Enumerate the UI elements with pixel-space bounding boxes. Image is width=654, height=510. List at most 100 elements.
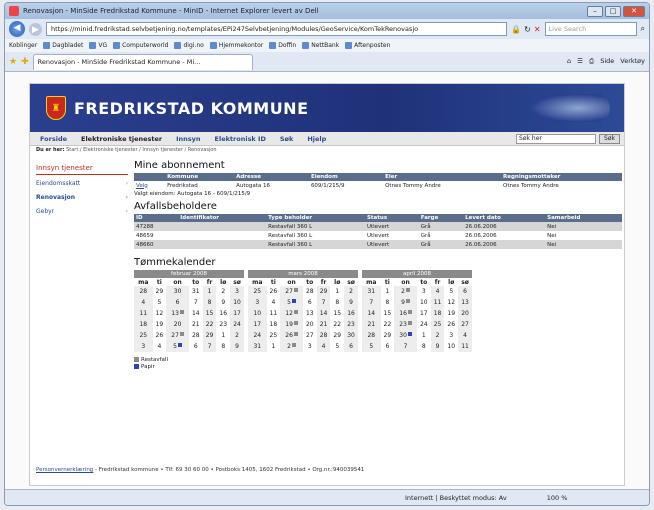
calendar-day: 4 [153, 341, 167, 352]
day-number: 29 [155, 288, 164, 295]
browser-tab[interactable]: Renovasjon - MinSide Fredrikstad Kommune… [32, 53, 253, 70]
month-title: april 2008 [362, 270, 472, 278]
day-number: 4 [463, 332, 467, 339]
left-nav-heading[interactable]: Innsyn tjenester [36, 164, 128, 175]
nav-elektronisk-id[interactable]: Elektronisk ID [215, 135, 266, 143]
day-number: 26 [269, 288, 278, 295]
column-header [134, 173, 166, 181]
weekday-header: to [420, 278, 428, 286]
fav-link[interactable]: Aftenposten [345, 42, 390, 49]
left-nav-item-renovasjon[interactable]: Renovasjon › [36, 194, 128, 208]
site-page: ♜ FREDRIKSTAD KOMMUNE Forside Elektronis… [29, 83, 625, 486]
page-menu[interactable]: Side [600, 57, 614, 66]
day-number: 2 [349, 288, 353, 295]
nav-innsyn[interactable]: Innsyn [176, 135, 200, 143]
day-number: 16 [347, 310, 355, 317]
fav-link[interactable]: VG [89, 42, 107, 49]
day-number: 7 [321, 299, 326, 306]
site-search-button[interactable]: Søk [599, 133, 620, 144]
left-nav-item-gebyr[interactable]: Gebyr › [36, 208, 128, 222]
collection-calendar: februar 2008 ma ti on to fr lø sø 28 29 30 31 1 2 3 4 5 6… [134, 270, 622, 352]
velg-link[interactable]: Velg [134, 181, 165, 190]
lock-icon[interactable]: 🔒 [511, 25, 521, 34]
municipal-crest-icon: ♜ [46, 96, 66, 120]
day-number: 5 [173, 343, 177, 350]
table-cell: Restavfall 360 L [268, 232, 313, 239]
home-icon[interactable]: ⌂ [567, 57, 571, 66]
fav-link[interactable]: Hjemmekontor [209, 42, 263, 49]
day-number: 8 [335, 299, 340, 306]
feeds-icon[interactable]: ☰ [577, 57, 583, 66]
calendar-day: 9 [216, 297, 230, 308]
day-number: 5 [157, 299, 162, 306]
calendar-day: 11 [267, 308, 281, 319]
tools-menu[interactable]: Verktøy [620, 57, 645, 66]
favorites-star-icon[interactable]: ★ [9, 57, 17, 67]
maximize-button[interactable]: □ [605, 5, 621, 17]
day-number: 30 [399, 332, 407, 339]
calendar-day: 6 [166, 297, 189, 308]
security-zone[interactable]: Internett | Beskyttet modus: Av [405, 494, 507, 502]
breadcrumb-path[interactable]: Start / Elektroniske tjenester / Innsyn … [66, 147, 217, 153]
table-cell: Utlevert [364, 240, 419, 249]
weekday-header: ti [270, 278, 276, 286]
calendar-month: april 2008 ma ti on to fr lø sø 31 1 2 3 4 5 6 7 8 9 10 11 1… [362, 270, 472, 352]
day-number: 29 [383, 332, 392, 339]
fav-link[interactable]: Doffin [269, 42, 296, 49]
refresh-icon[interactable]: ↻ [524, 25, 531, 34]
table-cell: Fredrikstad [167, 182, 198, 189]
favicon-icon [302, 42, 310, 49]
fav-link[interactable]: digi.no [174, 42, 204, 49]
privacy-link[interactable]: Personvernerklæring [36, 467, 93, 473]
day-number: 18 [139, 321, 148, 328]
zoom-level[interactable]: 100 % [547, 494, 568, 502]
stop-icon[interactable]: ✕ [534, 25, 541, 34]
column-header: Levert dato [463, 214, 546, 222]
nav-forside[interactable]: Forside [40, 135, 67, 143]
nav-elektroniske-tjenester[interactable]: Elektroniske tjenester [81, 135, 162, 143]
calendar-day: 10 [230, 297, 244, 308]
browser-window: Renovasjon - MinSide Fredrikstad Kommune… [4, 2, 650, 506]
papir-pickup-marker [292, 299, 296, 303]
day-number: 23 [347, 321, 355, 328]
back-button[interactable]: ◀ [9, 21, 25, 37]
site-search-input[interactable]: Søk her [516, 133, 597, 144]
fav-link[interactable]: Computerworld [113, 42, 168, 49]
calendar-day: 15 [202, 308, 217, 319]
close-button[interactable]: ✕ [623, 5, 645, 17]
calendar-day: 1 [417, 330, 431, 341]
add-favorite-icon[interactable]: ✚ [21, 57, 29, 67]
calendar-day: 4 [458, 330, 472, 341]
day-number: 11 [433, 299, 442, 306]
table-header-row: Kommune Adresse Eiendom Eier Regningsmot… [134, 173, 622, 181]
restavfall-pickup-marker [406, 288, 410, 292]
calendar-day: 4 [267, 297, 281, 308]
papir-pickup-marker [407, 332, 412, 336]
weekday-header: to [306, 278, 314, 286]
day-number: 12 [447, 299, 456, 306]
day-number: 10 [419, 299, 428, 306]
calendar-day: 30 [394, 330, 417, 341]
day-number: 1 [335, 288, 340, 295]
nav-sok[interactable]: Søk [280, 135, 293, 143]
left-nav-item-eiendomsskatt[interactable]: Eiendomsskatt › [36, 180, 128, 194]
calendar-day: 2 [216, 286, 230, 297]
table-cell: Autogata 16 [236, 182, 271, 189]
search-input[interactable]: Live Search [544, 22, 637, 36]
fav-link[interactable]: NettBank [302, 42, 339, 49]
weekday-header: on [401, 278, 410, 286]
calendar-day: 15 [381, 308, 395, 319]
search-icon[interactable]: ⌕ [641, 24, 645, 34]
weekday-header: ti [384, 278, 390, 286]
calendar-day: 7 [189, 297, 203, 308]
fav-link[interactable]: Dagbladet [43, 42, 83, 49]
table-row: Velg Fredrikstad Autogata 16 609/1/215/9… [134, 181, 622, 190]
day-number: 29 [319, 288, 328, 295]
day-number: 17 [233, 310, 241, 317]
nav-hjelp[interactable]: Hjelp [307, 135, 326, 143]
address-field[interactable]: https://minid.fredrikstad.selvbetjening.… [46, 22, 508, 36]
print-icon[interactable]: ⎙ [589, 57, 594, 66]
day-number: 3 [255, 299, 260, 306]
forward-button[interactable]: ▶ [29, 22, 42, 36]
minimize-button[interactable]: – [587, 5, 603, 17]
